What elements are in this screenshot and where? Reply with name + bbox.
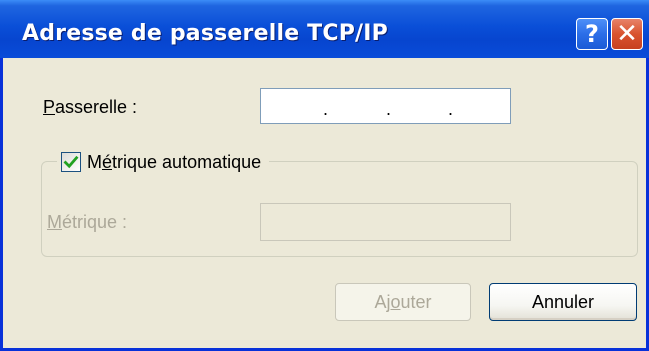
close-button[interactable]: ✕	[611, 18, 643, 50]
checkmark-icon	[63, 155, 79, 169]
close-icon: ✕	[616, 19, 638, 49]
ip-octet-separator: .	[323, 99, 329, 119]
gateway-label: Passerelle :	[43, 97, 138, 117]
title-bar[interactable]: Adresse de passerelle TCP/IP ? ✕	[0, 0, 649, 58]
auto-metric-label: Métrique automatique	[87, 151, 262, 172]
dialog-window: Adresse de passerelle TCP/IP ? ✕ Passere…	[0, 0, 649, 351]
auto-metric-checkbox[interactable]	[61, 152, 81, 172]
gateway-ip-input[interactable]: . . .	[260, 88, 511, 124]
metric-label: Métrique :	[47, 212, 128, 232]
help-button[interactable]: ?	[576, 18, 608, 50]
add-button: Aj o uter	[335, 283, 471, 321]
ip-octet-separator: .	[386, 99, 392, 119]
auto-metric-checkbox-row[interactable]: Métrique automatique	[57, 147, 270, 177]
help-icon: ?	[585, 20, 599, 48]
ip-octet-separator: .	[448, 99, 454, 119]
window-title: Adresse de passerelle TCP/IP	[22, 21, 389, 46]
cancel-button[interactable]: Annuler	[489, 283, 637, 321]
gateway-label-mnemonic: P	[43, 97, 56, 117]
metric-input	[260, 203, 511, 241]
